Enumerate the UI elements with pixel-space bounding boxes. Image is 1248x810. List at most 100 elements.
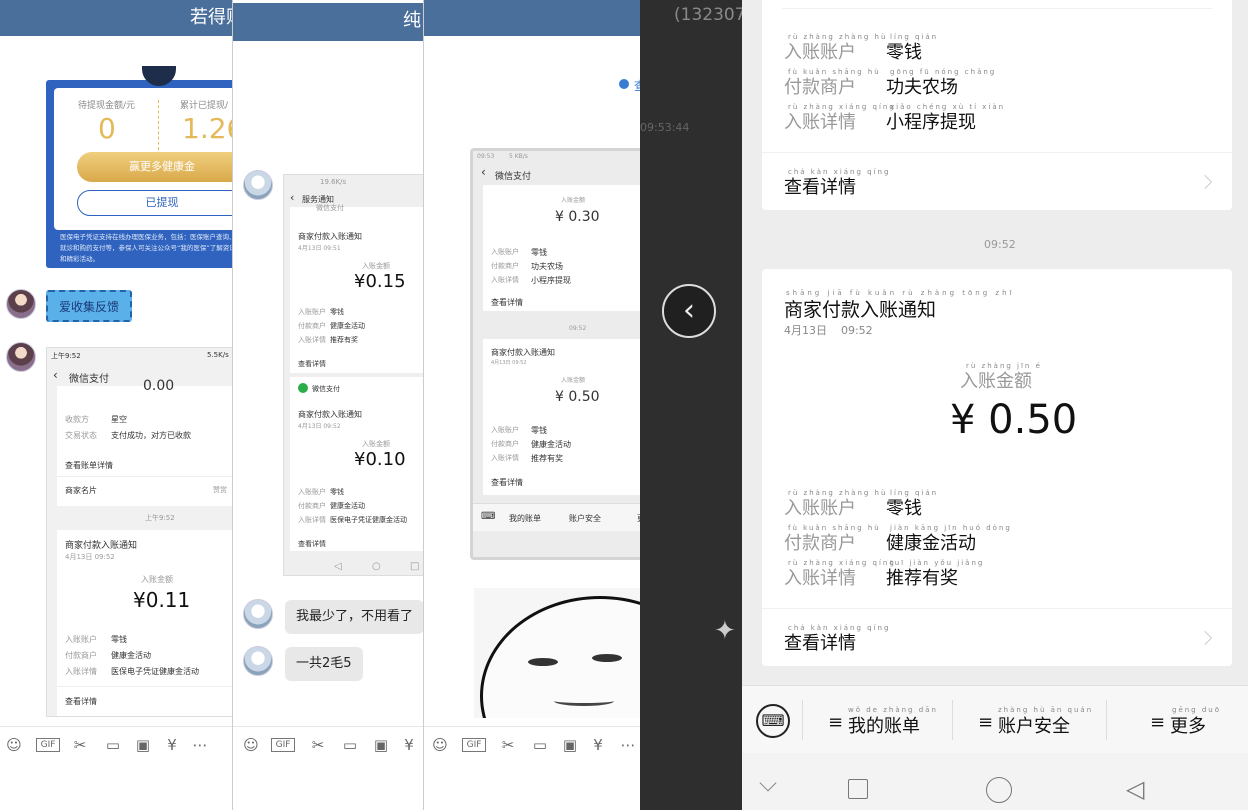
image-icon[interactable]: ▣: [560, 735, 580, 755]
withdrawn-button[interactable]: 已提现: [77, 190, 233, 216]
divider-time: 09:52: [984, 238, 1016, 251]
row-label: 付款商户: [784, 77, 856, 98]
merchant-card-link[interactable]: 商家名片: [65, 485, 97, 496]
gif-icon[interactable]: GIF: [462, 738, 486, 752]
chat-title-bar: 纯: [233, 3, 425, 41]
viewer-overlay: (132307 09:53:44 ‹ ✦: [640, 0, 746, 810]
amount-label: 入账金额: [561, 197, 586, 204]
view-detail-row[interactable]: chá kàn xiáng qíng 查看详情: [762, 609, 1232, 666]
back-icon[interactable]: ‹: [53, 368, 58, 382]
view-detail-link[interactable]: 查看详情: [491, 477, 523, 488]
view-detail-label: 查看详情: [784, 177, 856, 198]
amount-value: ¥0.10: [354, 449, 406, 470]
status-net: 5 KB/s: [509, 153, 528, 160]
gif-icon[interactable]: GIF: [271, 738, 295, 752]
notice-title: 商家付款入账通知: [298, 410, 362, 419]
menu-lines-icon: ≡: [978, 712, 994, 733]
folder-icon[interactable]: ▭: [530, 735, 550, 755]
scissors-icon[interactable]: ✂: [308, 735, 328, 755]
sender-avatar[interactable]: [243, 646, 273, 676]
health-fund-card: 待提现金额/元 0 累计已提现/ 1.26 赢更多健康金 已提现 医保电子凭证支…: [46, 66, 233, 268]
message-text: 我最少了，不用看了: [296, 609, 414, 624]
menu-account-security[interactable]: zhàng hù ān quán ≡ 账户安全: [952, 686, 1106, 754]
gif-icon[interactable]: GIF: [36, 738, 60, 752]
sender-avatar[interactable]: [243, 170, 273, 200]
scissors-icon[interactable]: ✂: [70, 735, 90, 755]
row-value: 推荐有奖: [886, 568, 958, 589]
amount-value: ¥0.11: [133, 588, 191, 612]
status-time: 上午9:52: [51, 352, 81, 360]
row-value: 功夫农场: [886, 77, 958, 98]
notice-title: 商家付款入账通知: [298, 232, 362, 241]
cut-amount: 0.00: [143, 378, 175, 394]
view-detail-link[interactable]: 查看详情: [65, 696, 97, 707]
menu-my-bills[interactable]: wǒ de zhàng dān ≡ 我的账单: [802, 686, 952, 754]
image-icon[interactable]: ▣: [371, 735, 391, 755]
more-icon[interactable]: ⋯: [618, 735, 638, 755]
menu-my-bills[interactable]: 我的账单: [509, 513, 541, 524]
amount-label: 入账金额: [960, 371, 1032, 392]
chat-title-partial: (132307: [674, 5, 746, 25]
earn-more-button[interactable]: 赢更多健康金: [77, 152, 233, 182]
view-detail-link[interactable]: 查看详情: [298, 539, 326, 549]
image-icon[interactable]: ▣: [133, 735, 153, 755]
row-label: 入账详情: [784, 112, 856, 133]
nav-home-icon[interactable]: ○: [372, 561, 381, 572]
folder-icon[interactable]: ▭: [340, 735, 360, 755]
view-detail-link[interactable]: 查看详情: [491, 297, 523, 308]
notice-card-2: 商家付款入账通知 4月13日 09:52 入账金额 ¥ 0.50 入账账户 零钱…: [483, 339, 642, 495]
row-value: 医保电子凭证健康金活动: [330, 516, 407, 524]
chat-title: 纯: [403, 10, 421, 31]
emoji-icon[interactable]: ☺: [241, 735, 261, 755]
nav-back-icon[interactable]: ◁: [334, 561, 342, 572]
menu-more[interactable]: gēng duō ≡ 更多: [1106, 686, 1248, 754]
divider: [57, 686, 233, 687]
nav-recent-icon[interactable]: [848, 779, 868, 799]
wechat-pay-icon: [298, 383, 308, 393]
row-value: 医保电子凭证健康金活动: [111, 667, 199, 676]
menu-account-security[interactable]: 账户安全: [569, 513, 601, 524]
bill-detail-link[interactable]: 查看账单详情: [65, 460, 113, 471]
earn-more-label: 赢更多健康金: [129, 160, 195, 173]
row-label: 入账账户: [784, 498, 856, 519]
row-value: 零钱: [531, 248, 547, 257]
emoji-icon[interactable]: ☺: [430, 735, 450, 755]
sender-avatar[interactable]: [6, 342, 36, 372]
sender-avatar[interactable]: [6, 289, 36, 319]
sender-avatar[interactable]: [243, 599, 273, 629]
row-label: 付款商户: [298, 322, 326, 330]
row-label: 收款方: [65, 415, 89, 424]
scissors-icon[interactable]: ✂: [498, 735, 518, 755]
row-label: 入账账户: [65, 635, 97, 644]
meme-eye-left: [528, 658, 558, 666]
view-detail-row[interactable]: chá kàn xiáng qíng 查看详情: [762, 153, 1232, 210]
red-packet-icon[interactable]: ¥: [399, 735, 419, 755]
notice-card-top: rù zhàng zhàng hù 入账账户 líng qián 零钱 fù k…: [762, 0, 1232, 210]
emoji-icon[interactable]: ☺: [4, 735, 24, 755]
card-header: 微信支付: [312, 385, 340, 393]
keyboard-button[interactable]: ⌨: [756, 704, 790, 738]
back-icon[interactable]: ‹: [481, 165, 486, 179]
prev-image-button[interactable]: ‹: [662, 284, 716, 338]
nav-recent-icon[interactable]: □: [410, 561, 419, 572]
payment-card: 0.00 收款方 星空 交易状态 支付成功，对方已收款 查看账单详情 商家名片 …: [57, 378, 233, 506]
keyboard-icon[interactable]: ⌨: [481, 511, 495, 522]
view-detail-label: 查看详情: [784, 633, 856, 654]
red-packet-icon[interactable]: ¥: [588, 735, 608, 755]
status-net: 19.6K/s: [320, 178, 347, 186]
view-detail-link[interactable]: 查看详情: [298, 359, 326, 369]
folder-icon[interactable]: ▭: [103, 735, 123, 755]
chevron-down-icon[interactable]: [759, 774, 777, 792]
row-value: 零钱: [330, 488, 344, 496]
row-value: 小程序提现: [886, 112, 976, 133]
row-value: 星空: [111, 415, 127, 424]
back-icon[interactable]: ‹: [290, 191, 294, 204]
nav-back-icon[interactable]: ◁: [1126, 777, 1144, 801]
menu-lines-icon: ≡: [828, 712, 844, 733]
more-icon[interactable]: ⋯: [190, 735, 210, 755]
wechat-pay-screenshot: 09:53 5 KB/s ‹ 微信支付 入账金额 ¥ 0.30 入账账户 零钱 …: [470, 148, 642, 560]
red-packet-icon[interactable]: ¥: [162, 735, 182, 755]
chevron-right-icon: [1197, 630, 1213, 646]
row-value: 零钱: [531, 426, 547, 435]
nav-home-icon[interactable]: [986, 777, 1012, 803]
